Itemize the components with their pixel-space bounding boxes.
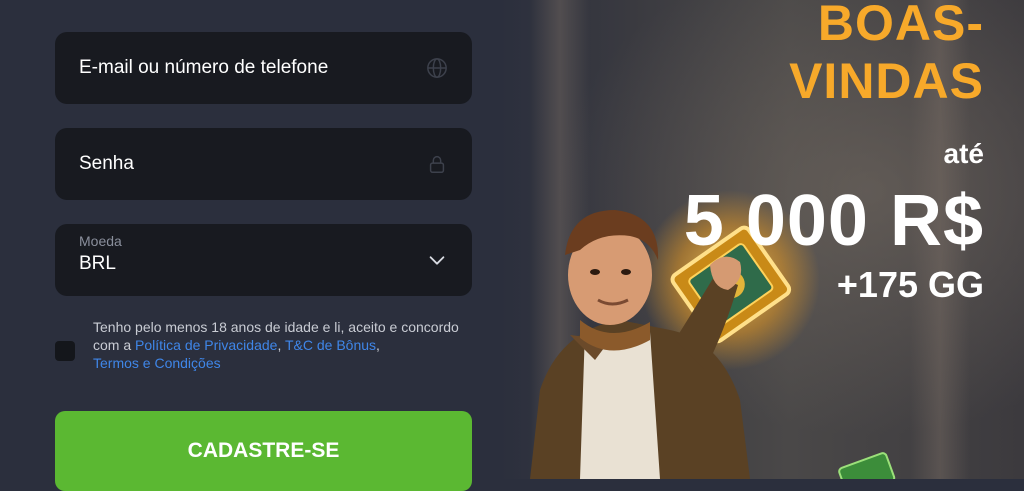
registration-form: E-mail ou número de telefone Senha Moeda…	[0, 0, 520, 491]
email-placeholder: E-mail ou número de telefone	[79, 57, 329, 78]
password-placeholder: Senha	[79, 153, 134, 174]
promo-title-line1: BOAS-	[817, 0, 984, 51]
globe-icon	[427, 58, 447, 78]
password-field[interactable]: Senha	[55, 128, 472, 200]
terms-consent: Tenho pelo menos 18 anos de idade e li, …	[55, 318, 475, 378]
privacy-policy-link[interactable]: Política de Privacidade	[135, 337, 277, 353]
lock-icon	[429, 155, 445, 173]
terms-separator-2: ,	[376, 337, 380, 353]
currency-label: Moeda	[79, 233, 122, 249]
terms-conditions-link[interactable]: Termos e Condições	[93, 355, 221, 371]
terms-text: Tenho pelo menos 18 anos de idade e li, …	[93, 318, 473, 372]
terms-separator: ,	[277, 337, 285, 353]
promo-banner: BOAS- VINDAS até 5 000 R$ +175 GG	[500, 0, 1024, 479]
terms-checkbox[interactable]	[55, 341, 75, 361]
promo-upto: até	[943, 138, 984, 169]
email-field[interactable]: E-mail ou número de telefone	[55, 32, 472, 104]
promo-bonus: +175 GG	[836, 264, 984, 305]
currency-select[interactable]: Moeda BRL	[55, 224, 472, 296]
bonus-terms-link[interactable]: T&C de Bônus	[285, 337, 376, 353]
chevron-down-icon	[429, 256, 445, 265]
promo-title-line2: VINDAS	[789, 53, 984, 109]
currency-value: BRL	[79, 253, 116, 274]
promo-amount: 5 000 R$	[683, 181, 984, 261]
register-button[interactable]: CADASTRE-SE	[55, 411, 472, 491]
